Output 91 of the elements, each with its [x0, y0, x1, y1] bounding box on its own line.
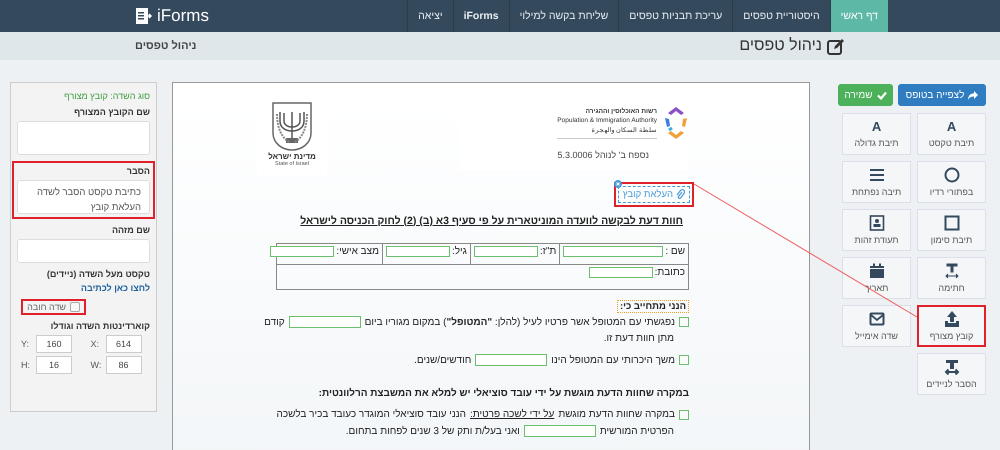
circle-icon — [944, 167, 960, 183]
edit-link[interactable]: לחצו כאן לכתיבה — [17, 283, 150, 293]
body-text: חודשים/שנים. — [414, 354, 472, 366]
text-width-icon — [944, 263, 960, 279]
field-label: שם : — [665, 246, 685, 257]
field-label: שם מזהה — [110, 225, 150, 235]
field-tool[interactable]: תיבה נפתחת — [842, 161, 911, 203]
tool-label: שדה אימייל — [855, 331, 898, 341]
coordinate-label: X: — [90, 339, 100, 349]
section-heading: במקרה שחוות הדעת מוגשת על ידי עובד סוציאלי יש למלא את המשבצת הרלוונטית: — [318, 388, 689, 399]
tool-label: חתימה — [938, 283, 965, 293]
page-title: ניהול טפסים — [739, 37, 822, 55]
input-field[interactable] — [475, 354, 548, 366]
body-text: משך היכרותי עם המטופל הינו — [551, 354, 675, 366]
checkbox-icon — [944, 215, 960, 231]
field-tool[interactable]: שדה אימייל — [842, 305, 911, 347]
calendar-icon — [868, 263, 884, 279]
document-title: חוות דעת לבקשה לוועדה המוניטארית על פי סעיף 3א (ב) (2) לחוק הכניסה לישראל — [299, 215, 683, 227]
underlined-text: על ידי לשכה פרטית: — [470, 409, 554, 420]
upload-icon — [944, 311, 960, 327]
checkbox[interactable] — [679, 410, 689, 420]
star-logo-icon — [663, 106, 689, 140]
field-type-text: סוג השדה: קובץ מצורף — [63, 91, 150, 101]
tool-label: בפתורי רדיו — [930, 187, 974, 197]
field-tool[interactable]: בפתורי רדיו — [917, 161, 986, 203]
body-text: הנני עובד סוציאלי המוגדר כעובד בכיר בלשכה — [276, 409, 466, 420]
coordinate-label: W: — [90, 360, 102, 370]
field-tool[interactable]: תעודת זהות — [842, 209, 911, 251]
field-label: כתובת: — [654, 267, 685, 278]
field-tool[interactable]: קובץ מצורף — [917, 305, 986, 347]
id-card-icon — [868, 215, 884, 231]
edit-icon — [827, 38, 845, 54]
tool-label: תיבת טקסט — [928, 138, 974, 148]
input-field[interactable] — [563, 246, 664, 257]
body-text: נפגשתי עם המטופל אשר פרטיו לעיל (להלן: "המטופל") במקום מגוריו ביום — [364, 316, 675, 328]
coordinate-label: H: — [21, 360, 31, 370]
section-heading: הנני מתחייב כי: — [616, 300, 689, 313]
emblem-caption: מדינת ישראל — [268, 152, 316, 161]
body-text: ואני בעל/ת ותק של 3 שנים לפחות בתחום. — [346, 426, 520, 436]
input-field[interactable] — [474, 246, 538, 257]
field-label: גיל: — [452, 246, 467, 257]
preview-button[interactable]: לצפייה בטופס — [898, 84, 986, 106]
input-field[interactable] — [588, 267, 653, 278]
paperclip-icon — [676, 189, 685, 200]
tool-label: תיבת גדולה — [854, 138, 898, 148]
input-field[interactable] — [524, 425, 596, 437]
body-text: במקרה שחוות הדעת מוגשת — [558, 409, 675, 420]
coordinate-field[interactable]: 160 — [36, 335, 72, 353]
checkbox[interactable] — [679, 317, 689, 327]
input-field[interactable] — [386, 246, 450, 257]
body-text: מתן חוות דעת זו. — [604, 333, 674, 344]
envelope-icon — [868, 311, 884, 327]
share-icon — [968, 90, 978, 100]
body-text: הפרטית המורשית — [600, 426, 674, 436]
field-label: הסבר — [126, 166, 150, 176]
field-label: מצב אישי: — [336, 246, 379, 257]
field-tool[interactable]: חתימה — [917, 257, 986, 299]
tool-label: תיבה נפתחת — [852, 187, 902, 197]
input-field[interactable] — [288, 316, 361, 328]
checkbox[interactable] — [70, 302, 80, 312]
breadcrumb-text: ניהול טפסים — [135, 40, 196, 52]
coordinate-field[interactable]: 614 — [106, 335, 142, 353]
checkbox[interactable] — [679, 355, 689, 365]
coordinate-label: Y: — [21, 339, 30, 349]
tool-label: קובץ מצורף — [930, 331, 974, 341]
appendix-text: נספח ב' לנוהל 5.3.0006 — [556, 150, 649, 160]
input-field[interactable] — [270, 246, 334, 257]
field-label: ת"ז: — [540, 246, 556, 257]
letter-icon: A — [872, 120, 882, 134]
coordinate-field[interactable]: 86 — [106, 356, 142, 374]
checkbox-label: שדה חובה — [27, 302, 66, 312]
letter-icon: A — [946, 120, 956, 134]
check-icon — [876, 90, 887, 100]
tool-label: הסבר לניידים — [926, 379, 977, 389]
text-area[interactable]: כתיבת טקסט הסבר לשדה העלאת קובץ — [17, 180, 150, 214]
logo-text: iForms — [157, 6, 209, 26]
form-icon — [135, 7, 153, 25]
field-label: שם הקובץ המצורף — [73, 107, 150, 117]
field-tool[interactable]: הסבר לניידים — [917, 353, 986, 395]
field-label: קוארדינטות השדה וגודלו — [50, 321, 150, 331]
field-label: טקסט מעל השדה (ניידים) — [46, 269, 150, 279]
remove-icon — [614, 180, 622, 188]
input-field[interactable] — [17, 239, 150, 263]
text-width-icon — [944, 359, 960, 375]
list-icon — [868, 167, 884, 183]
tool-label: תעודת זהות — [854, 235, 899, 245]
body-text: קודם — [264, 316, 285, 328]
text-area[interactable] — [17, 121, 150, 155]
coordinate-field[interactable]: 16 — [36, 356, 72, 374]
tool-label: תיבת סימון — [930, 235, 972, 245]
field-tool[interactable]: תיבת סימון — [917, 209, 986, 251]
